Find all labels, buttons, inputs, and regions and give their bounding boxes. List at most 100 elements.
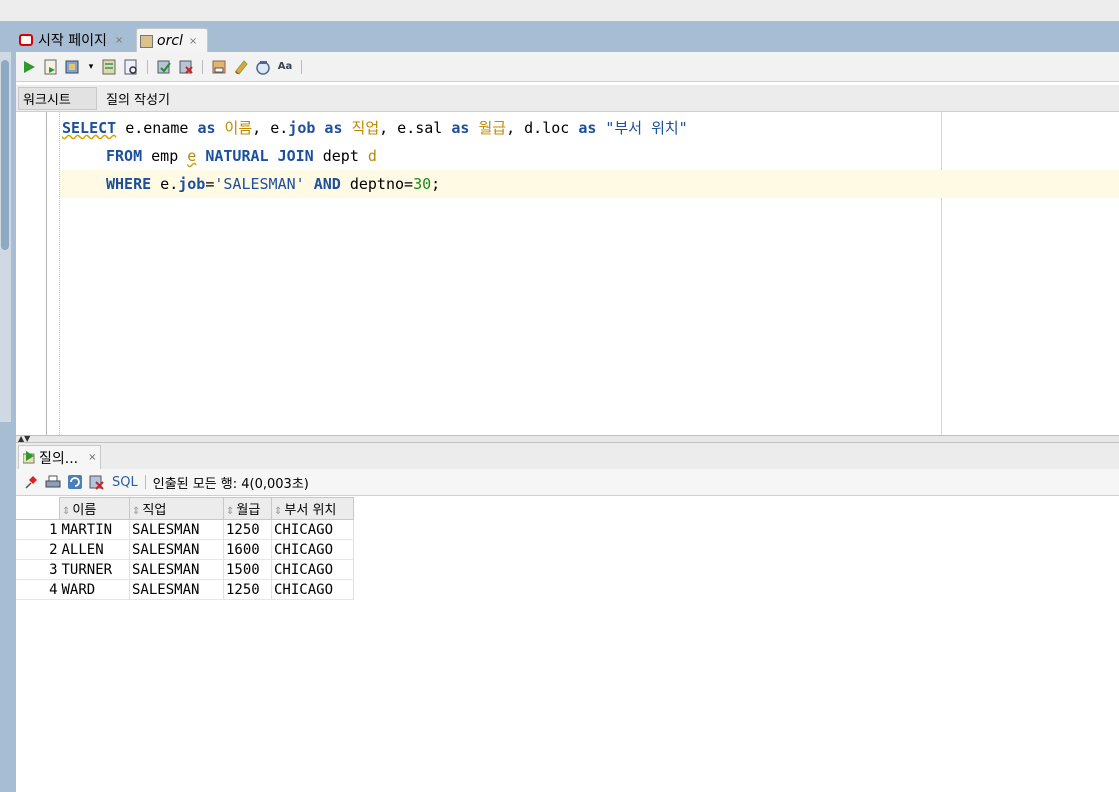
pin-icon[interactable] — [22, 473, 40, 491]
table-cell[interactable]: 1600 — [223, 539, 272, 560]
format-text-icon[interactable]: Aa — [276, 58, 294, 76]
sql-keyword: job — [288, 119, 316, 137]
sql-table-alias: e — [187, 147, 197, 165]
unshared-worksheet-icon[interactable] — [254, 58, 272, 76]
column-header-label: 직업 — [142, 503, 167, 518]
sql-keyword: job — [178, 175, 206, 193]
sql-editor[interactable]: SELECT e.ename as 이름, e.job as 직업, e.sal… — [16, 112, 1119, 435]
table-row[interactable]: 1 MARTIN SALESMAN 1250 CHICAGO — [16, 519, 354, 540]
sort-icon: ⇕ — [274, 506, 283, 517]
sql-text: , e. — [252, 119, 289, 137]
sql-keyword: NATURAL JOIN — [205, 147, 314, 165]
sql-keyword: SELECT — [62, 119, 117, 137]
table-cell[interactable]: SALESMAN — [129, 539, 224, 560]
sql-connection-icon — [140, 34, 153, 48]
sql-line-3[interactable]: WHERE e.job='SALESMAN' AND deptno=30; — [106, 170, 440, 198]
table-row[interactable]: 4 WARD SALESMAN 1250 CHICAGO — [16, 579, 354, 600]
sql-text: emp — [142, 147, 188, 165]
cancel-fetch-icon[interactable] — [88, 473, 106, 491]
table-row[interactable]: 2 ALLEN SALESMAN 1600 CHICAGO — [16, 539, 354, 560]
results-grid[interactable]: ⇕ 이름 ⇕ 직업 ⇕ 월급 ⇕ 부서 위치 1 MARTIN SALESMAN 125… — [16, 497, 1119, 792]
print-icon[interactable] — [44, 473, 62, 491]
close-icon[interactable]: × — [88, 452, 96, 463]
column-header[interactable]: ⇕ 이름 — [59, 497, 130, 520]
table-cell[interactable]: SALESMAN — [129, 579, 224, 600]
row-number: 4 — [16, 579, 60, 600]
tab-orcl[interactable]: orcl × — [136, 28, 208, 53]
table-cell[interactable]: TURNER — [59, 559, 130, 580]
sql-keyword: as — [197, 119, 216, 137]
table-cell[interactable]: CHICAGO — [271, 579, 354, 600]
column-header-label: 부서 위치 — [284, 503, 337, 518]
refresh-icon[interactable] — [66, 473, 84, 491]
table-cell[interactable]: CHICAGO — [271, 559, 354, 580]
sql-alias: 직업 — [342, 119, 380, 137]
clear-eraser-icon[interactable] — [232, 58, 250, 76]
collapse-arrows-icon[interactable]: ▲▼ — [18, 434, 30, 443]
table-cell[interactable]: 1250 — [223, 579, 272, 600]
close-icon[interactable]: × — [115, 35, 123, 46]
line-number-gutter — [16, 112, 47, 435]
autotrace-icon[interactable] — [64, 58, 82, 76]
row-number: 1 — [16, 519, 60, 540]
fold-margin — [59, 112, 60, 435]
column-header[interactable]: ⇕ 직업 — [129, 497, 224, 520]
column-header[interactable]: ⇕ 월급 — [223, 497, 272, 520]
oracle-icon — [19, 34, 33, 46]
sort-icon: ⇕ — [62, 506, 71, 517]
sql-keyword: as — [578, 119, 597, 137]
rollback-icon[interactable] — [177, 58, 195, 76]
table-cell[interactable]: ALLEN — [59, 539, 130, 560]
table-cell[interactable]: MARTIN — [59, 519, 130, 540]
tab-query-result[interactable]: 질의... × — [18, 445, 101, 469]
chevron-down-icon[interactable]: ▾ — [86, 58, 96, 76]
table-cell[interactable]: CHICAGO — [271, 539, 354, 560]
row-number: 3 — [16, 559, 60, 580]
column-header-label: 이름 — [72, 503, 97, 518]
row-number: 2 — [16, 539, 60, 560]
sql-link[interactable]: SQL — [112, 475, 138, 490]
sql-text: , e.sal — [379, 119, 452, 137]
table-cell[interactable]: WARD — [59, 579, 130, 600]
tab-start-page-label: 시작 페이지 — [38, 33, 107, 49]
commit-icon[interactable] — [155, 58, 173, 76]
sql-line-1[interactable]: SELECT e.ename as 이름, e.job as 직업, e.sal… — [62, 114, 688, 142]
results-tab-bar: 질의... × — [16, 443, 1119, 470]
table-cell[interactable]: CHICAGO — [271, 519, 354, 540]
editor-results-splitter[interactable]: ▲▼ — [16, 434, 1119, 443]
tab-worksheet[interactable]: 워크시트 — [18, 87, 97, 110]
tab-query-builder[interactable]: 질의 작성기 — [102, 87, 170, 110]
run-statement-icon[interactable] — [20, 58, 38, 76]
sql-history-icon[interactable] — [210, 58, 228, 76]
results-table: ⇕ 이름 ⇕ 직업 ⇕ 월급 ⇕ 부서 위치 1 MARTIN SALESMAN 125… — [16, 497, 354, 600]
table-cell[interactable]: SALESMAN — [129, 559, 224, 580]
run-script-icon[interactable] — [42, 58, 60, 76]
sql-keyword: FROM — [106, 147, 143, 165]
sql-tuning-icon[interactable] — [122, 58, 140, 76]
table-row[interactable]: 3 TURNER SALESMAN 1500 CHICAGO — [16, 559, 354, 580]
sort-icon: ⇕ — [132, 506, 141, 517]
sql-text: e. — [151, 175, 179, 193]
tab-worksheet-label: 워크시트 — [23, 93, 71, 108]
left-scrollbar-thumb[interactable] — [1, 60, 9, 250]
table-cell[interactable]: 1250 — [223, 519, 272, 540]
worksheet-subtabs: 워크시트 질의 작성기 — [16, 85, 1119, 112]
sql-keyword: WHERE — [106, 175, 152, 193]
tab-start-page[interactable]: 시작 페이지 × — [16, 28, 134, 52]
sql-text: dept — [313, 147, 368, 165]
column-header[interactable]: ⇕ 부서 위치 — [271, 497, 354, 520]
sql-line-2[interactable]: FROM emp e NATURAL JOIN dept d — [106, 142, 377, 170]
close-icon[interactable]: × — [189, 36, 197, 47]
sql-keyword: AND — [313, 175, 341, 193]
explain-plan-icon[interactable] — [100, 58, 118, 76]
sql-text: deptno= — [340, 175, 414, 193]
table-cell[interactable]: 1500 — [223, 559, 272, 580]
sql-text: , d.loc — [506, 119, 579, 137]
column-header-label: 월급 — [236, 503, 261, 518]
toolbar-separator — [147, 59, 148, 74]
toolbar-separator — [202, 59, 203, 74]
table-cell[interactable]: SALESMAN — [129, 519, 224, 540]
sql-number-literal: 30 — [413, 175, 432, 193]
